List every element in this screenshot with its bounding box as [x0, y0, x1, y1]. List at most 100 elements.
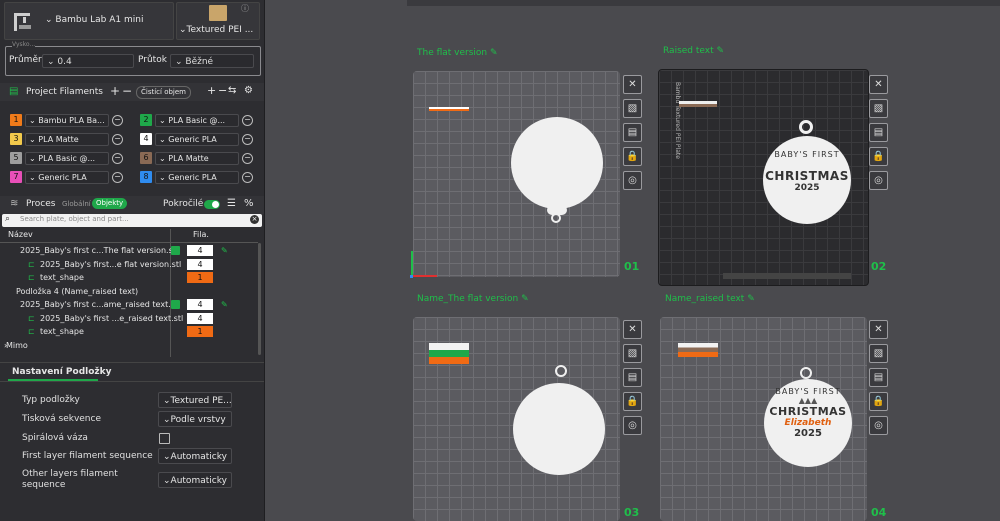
remove-icon[interactable]: −	[218, 84, 227, 97]
filament-color-swatch[interactable]: 3	[10, 133, 22, 145]
first-layer-seq-select[interactable]: ⌄Automaticky	[158, 448, 232, 464]
remove-filament-icon[interactable]: −	[112, 172, 123, 183]
arrange-icon[interactable]: ▤	[623, 368, 642, 387]
filament-slot[interactable]: 2 ⌄ PLA Basic @... −	[140, 114, 260, 128]
add-icon[interactable]: +	[207, 84, 216, 97]
lock-icon[interactable]: 🔒	[623, 147, 642, 166]
filament-color-swatch[interactable]: 6	[140, 152, 152, 164]
remove-filament-icon[interactable]: −	[242, 115, 253, 126]
plate-type-selector[interactable]: ⓘ ⌄Textured PEI ...	[176, 2, 260, 40]
advanced-toggle[interactable]	[204, 200, 220, 209]
col-fila[interactable]: Fila.	[193, 230, 209, 239]
arrange-icon[interactable]: ▤	[869, 368, 888, 387]
ornament-object[interactable]	[511, 117, 603, 209]
global-tab[interactable]: Globální	[62, 200, 91, 208]
text-object[interactable]	[429, 107, 469, 111]
filament-select[interactable]: ⌄ Generic PLA	[155, 171, 239, 184]
filament-select[interactable]: ⌄ PLA Matte	[155, 152, 239, 165]
arrange-icon[interactable]: ▤	[623, 123, 642, 142]
settings-icon[interactable]: ◎	[869, 171, 888, 190]
plate-3[interactable]	[413, 317, 620, 521]
filament-slot[interactable]: 7 ⌄ Generic PLA −	[10, 171, 130, 185]
edit-icon[interactable]: ✎	[521, 294, 529, 304]
list-icon[interactable]: ☰	[227, 198, 236, 209]
clear-search-icon[interactable]: ×	[250, 215, 259, 224]
filament-number-box[interactable]: 4	[187, 299, 213, 310]
remove-filament-icon[interactable]: −	[112, 153, 123, 164]
close-icon[interactable]: ✕	[623, 75, 642, 94]
printer-selector[interactable]: ⌄ Bambu Lab A1 mini	[4, 2, 174, 40]
filament-select[interactable]: ⌄ PLA Basic @...	[155, 114, 239, 127]
close-icon[interactable]: ✕	[869, 75, 888, 94]
settings-icon[interactable]: ◎	[623, 416, 642, 435]
visible-checkbox[interactable]	[171, 300, 180, 309]
table-row[interactable]: ⊏ 2025_Baby's first...e flat version.stl 4	[0, 258, 258, 271]
filament-slot[interactable]: 1 ⌄ Bambu PLA Ba... −	[10, 114, 130, 128]
lock-icon[interactable]: 🔒	[623, 392, 642, 411]
remove-filament-icon[interactable]: −	[242, 134, 253, 145]
visible-checkbox[interactable]	[171, 246, 180, 255]
filament-slot[interactable]: 5 ⌄ PLA Basic @... −	[10, 152, 130, 166]
filament-slot[interactable]: 6 ⌄ PLA Matte −	[140, 152, 260, 166]
filament-slot[interactable]: 4 ⌄ Generic PLA −	[140, 133, 260, 147]
table-row[interactable]: ⊏ 2025_Baby's first ...e_raised text.stl 4	[0, 312, 258, 325]
add-filament-button[interactable]: +	[110, 84, 120, 98]
edit-icon[interactable]: ✎	[717, 46, 725, 56]
filament-slot[interactable]: 8 ⌄ Generic PLA −	[140, 171, 260, 185]
col-name[interactable]: Název	[8, 230, 33, 239]
flush-volume-button[interactable]: Čistící objem	[136, 86, 191, 99]
edit-icon[interactable]: ✎	[747, 294, 755, 304]
filament-color-swatch[interactable]: 7	[10, 171, 22, 183]
filament-select[interactable]: ⌄ Generic PLA	[155, 133, 239, 146]
top-toolbar[interactable]	[407, 0, 1000, 6]
close-icon[interactable]: ✕	[623, 320, 642, 339]
text-object[interactable]	[678, 343, 718, 357]
print-sequence-select[interactable]: ⌄Podle vrstvy	[158, 411, 232, 427]
table-row[interactable]: ⊏ text_shape 1	[0, 325, 258, 338]
plate-1[interactable]	[410, 71, 620, 278]
remove-filament-icon[interactable]: −	[112, 134, 123, 145]
settings-icon[interactable]: ◎	[623, 171, 642, 190]
plate-settings-title[interactable]: Nastavení Podložky	[12, 367, 112, 377]
filament-number-box[interactable]: 1	[187, 272, 213, 283]
filament-select[interactable]: ⌄ PLA Basic @...	[25, 152, 109, 165]
edit-icon[interactable]: ✎	[221, 244, 228, 257]
ornament-object[interactable]	[513, 383, 605, 475]
lock-icon[interactable]: 🔒	[869, 392, 888, 411]
table-row[interactable]: ⊏ text_shape 1	[0, 271, 258, 284]
objects-tab[interactable]: Objekty	[92, 198, 128, 209]
filament-select[interactable]: ⌄ Generic PLA	[25, 171, 109, 184]
spiral-vase-checkbox[interactable]	[159, 433, 170, 444]
plate-3-title[interactable]: Name_The flat version ✎	[417, 294, 529, 304]
image-icon[interactable]: ▧	[869, 344, 888, 363]
filament-slot[interactable]: 3 ⌄ PLA Matte −	[10, 133, 130, 147]
tree-plate-row[interactable]: Podložka 4 (Name_raised text)	[0, 285, 258, 298]
flow-select[interactable]: ⌄ Běžné	[170, 54, 254, 68]
lock-icon[interactable]: 🔒	[869, 147, 888, 166]
filament-number-box[interactable]: 4	[187, 312, 213, 324]
filament-color-swatch[interactable]: 5	[10, 152, 22, 164]
search-input[interactable]: ⌕ Search plate, object and part... ×	[2, 214, 262, 227]
info-icon[interactable]: ⓘ	[241, 3, 249, 14]
percent-icon[interactable]: %	[244, 198, 254, 209]
plate-2[interactable]: Bambu Textured PEI Plate BABY'S FIRST CH…	[658, 69, 869, 286]
filament-number-box[interactable]: 1	[187, 326, 213, 337]
arrange-icon[interactable]: ▤	[869, 123, 888, 142]
image-icon[interactable]: ▧	[623, 344, 642, 363]
filament-color-swatch[interactable]: 8	[140, 171, 152, 183]
text-object[interactable]	[429, 343, 469, 364]
table-row[interactable]: 2025_Baby's first c...The flat version.s…	[0, 244, 258, 257]
tree-group[interactable]: › Mimo	[0, 339, 258, 352]
filament-color-swatch[interactable]: 2	[140, 114, 152, 126]
ornament-object[interactable]: BABY'S FIRST CHRISTMAS 2025	[763, 136, 851, 224]
filament-number-box[interactable]: 4	[187, 258, 213, 270]
tree-scrollbar[interactable]	[258, 243, 261, 355]
image-icon[interactable]: ▧	[623, 99, 642, 118]
plate-4[interactable]: BABY'S FIRST ▲▲▲ CHRISTMAS Elizabeth 202…	[660, 317, 867, 521]
table-row[interactable]: 2025_Baby's first c...ame_raised text.st…	[0, 298, 258, 311]
edit-icon[interactable]: ✎	[490, 48, 498, 58]
remove-filament-icon[interactable]: −	[112, 115, 123, 126]
filament-number-box[interactable]: 4	[187, 245, 213, 256]
filament-color-swatch[interactable]: 4	[140, 133, 152, 145]
plate-1-title[interactable]: The flat version ✎	[417, 48, 498, 58]
